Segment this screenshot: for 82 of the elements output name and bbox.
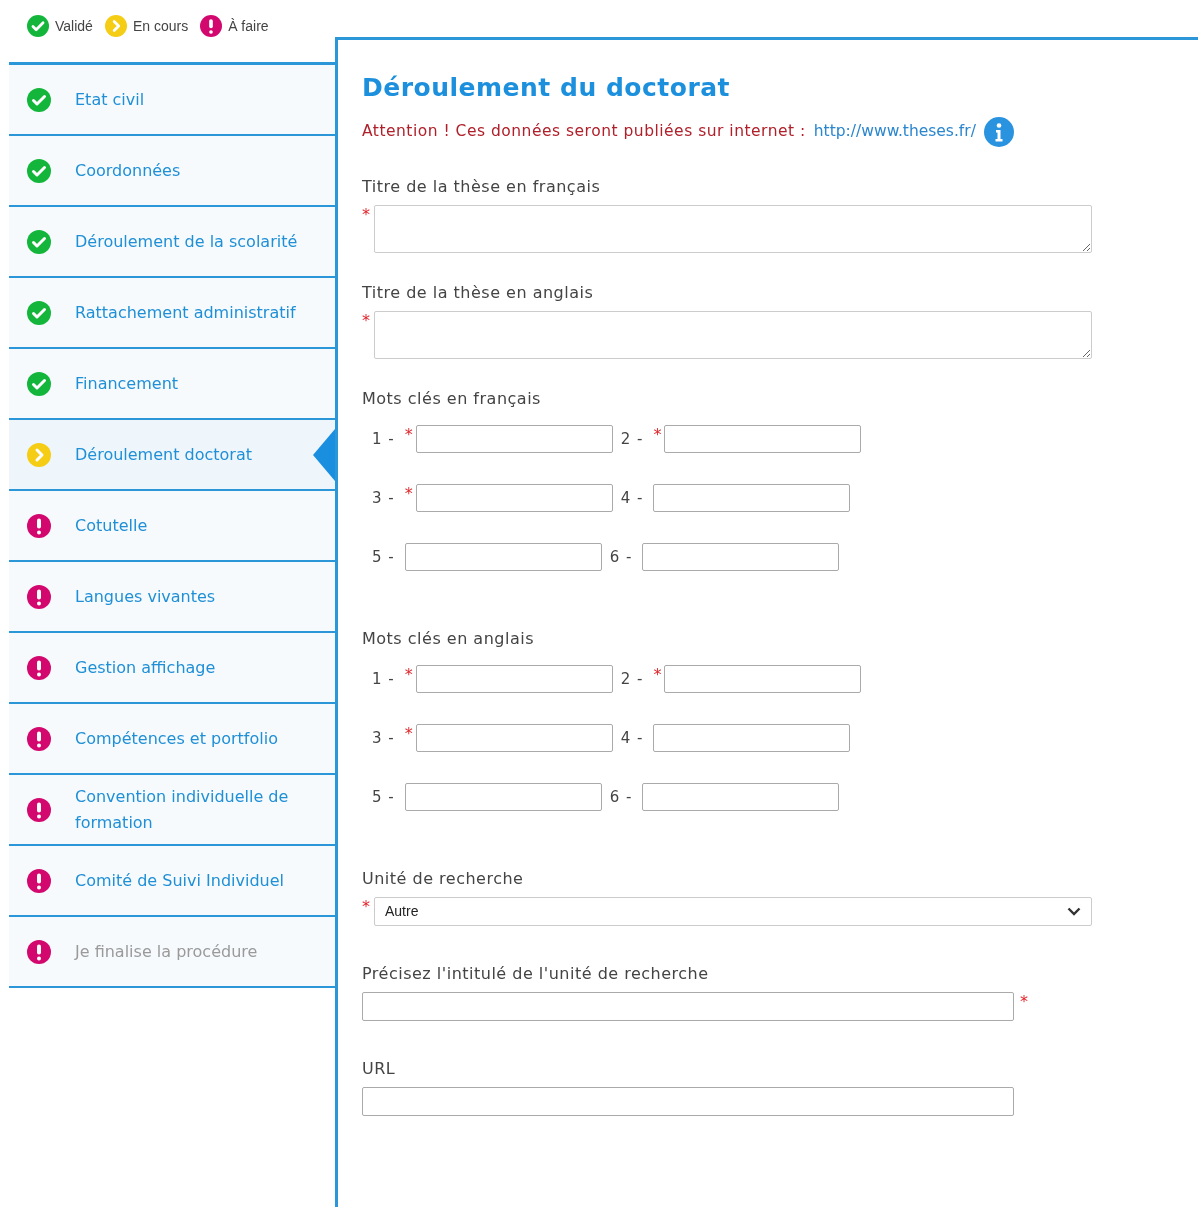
text-input[interactable] (362, 992, 1014, 1021)
keyword-number: 1 - (372, 668, 395, 690)
legend-label: À faire (228, 16, 269, 36)
keyword-number: 5 - (372, 786, 395, 808)
sidebar-item[interactable]: Cotutelle (9, 491, 335, 562)
keyword-number: 4 - (620, 487, 644, 509)
check-circle-icon (27, 300, 51, 325)
required-asterisk: * (362, 899, 370, 915)
sidebar-item[interactable]: Convention individuelle de formation (9, 775, 335, 846)
page-title: Déroulement du doctorat (362, 72, 732, 104)
theses-link[interactable]: http://www.theses.fr/ (813, 120, 976, 144)
exclamation-circle-icon (27, 939, 51, 964)
keyword-input[interactable] (664, 425, 862, 453)
field-label: Titre de la thèse en anglais (362, 282, 595, 304)
keyword-input[interactable] (664, 665, 862, 693)
required-asterisk: * (404, 667, 413, 683)
keyword-number: 6 - (609, 786, 633, 808)
keyword-input[interactable] (653, 724, 851, 752)
keyword-number: 4 - (620, 727, 644, 749)
keyword-number: 3 - (372, 727, 395, 749)
field-label: Titre de la thèse en français (362, 176, 602, 198)
sidebar-item[interactable]: Déroulement de la scolarité (9, 207, 335, 278)
exclamation-circle-icon (27, 797, 51, 822)
legend-label: Validé (55, 16, 93, 36)
exclamation-circle-icon (27, 655, 51, 680)
keyword-number: 1 - (372, 428, 395, 450)
field-label: Mots clés en français (362, 388, 542, 410)
check-circle-icon (27, 15, 49, 37)
required-asterisk: * (653, 667, 662, 683)
required-asterisk: * (362, 313, 370, 329)
keyword-input[interactable] (415, 425, 613, 453)
keyword-number: 3 - (372, 487, 395, 509)
keyword-number: 6 - (609, 546, 633, 568)
field-label: Mots clés en anglais (362, 628, 535, 650)
sidebar-item[interactable]: Compétences et portfolio (9, 704, 335, 775)
sidebar-item[interactable]: Déroulement doctorat (9, 420, 335, 491)
exclamation-circle-icon (27, 584, 51, 609)
sidebar-item[interactable]: Gestion affichage (9, 633, 335, 704)
check-circle-icon (27, 87, 51, 112)
keyword-input[interactable] (653, 484, 851, 512)
check-circle-icon (27, 371, 51, 396)
keyword-input[interactable] (404, 783, 602, 811)
keyword-number: 2 - (620, 668, 644, 690)
chevron-circle-icon (104, 15, 127, 37)
sidebar-item[interactable]: Coordonnées (9, 136, 335, 207)
text-area[interactable] (374, 311, 1092, 359)
check-circle-icon (27, 158, 51, 183)
keyword-input[interactable] (415, 665, 613, 693)
keyword-number: 5 - (372, 546, 395, 568)
selected-pointer-icon (311, 429, 335, 481)
required-asterisk: * (404, 726, 413, 742)
sidebar-item[interactable]: Comité de Suivi Individuel (9, 846, 335, 917)
required-asterisk: * (653, 427, 662, 443)
exclamation-circle-icon (27, 726, 51, 751)
field-label: Unité de recherche (362, 868, 525, 890)
info-icon[interactable] (983, 117, 1014, 147)
exclamation-circle-icon (200, 15, 223, 37)
keyword-input[interactable] (415, 724, 613, 752)
keyword-input[interactable] (404, 543, 602, 571)
chevron-down-icon (1067, 907, 1081, 916)
required-asterisk: * (404, 486, 413, 502)
text-area[interactable] (374, 205, 1092, 253)
dropdown-select[interactable]: Autre (374, 897, 1092, 926)
chevron-circle-icon (27, 442, 51, 467)
sidebar-item[interactable]: Etat civil (9, 65, 335, 136)
sidebar-item[interactable]: Langues vivantes (9, 562, 335, 633)
warning-text: Attention ! Ces données seront publiées sur internet : (362, 121, 806, 143)
required-asterisk: * (404, 427, 413, 443)
keyword-input[interactable] (415, 484, 613, 512)
text-input[interactable] (362, 1087, 1014, 1116)
legend-label: En cours (132, 16, 189, 36)
field-label: Précisez l'intitulé de l'unité de recherche (362, 963, 710, 985)
exclamation-circle-icon (27, 868, 51, 893)
required-asterisk: * (1020, 994, 1028, 1010)
keyword-number: 2 - (620, 428, 644, 450)
sidebar-item[interactable]: Rattachement administratif (9, 278, 335, 349)
keyword-input[interactable] (642, 783, 840, 811)
required-asterisk: * (362, 207, 370, 223)
exclamation-circle-icon (27, 513, 51, 538)
keyword-input[interactable] (642, 543, 840, 571)
check-circle-icon (27, 229, 51, 254)
field-label: URL (362, 1058, 397, 1080)
